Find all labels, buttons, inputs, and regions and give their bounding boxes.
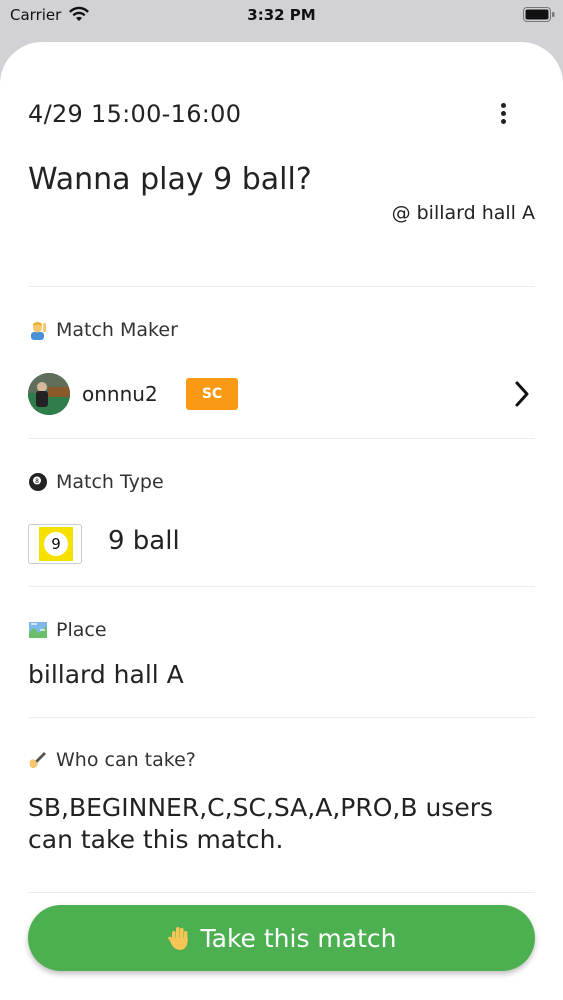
clock: 3:32 PM [247,6,316,24]
divider [28,586,535,587]
place-value: billard hall A [28,660,184,689]
match-title: Wanna play 9 ball? [28,162,312,197]
take-match-label: Take this match [200,923,397,953]
place-heading: Place [28,619,107,641]
match-type-value: 9 ball [108,526,180,556]
svg-text:8: 8 [35,478,39,485]
divider [28,892,535,893]
match-maker-label: Match Maker [56,319,178,341]
match-datetime: 4/29 15:00-16:00 [28,100,242,128]
ball-number: 9 [44,532,68,556]
take-match-button[interactable]: Take this match [28,905,535,971]
divider [28,438,535,439]
divider [28,286,535,287]
person-raising-hand-icon [31,322,46,340]
match-venue: @ billard hall A [391,202,535,224]
writing-hand-icon [29,752,46,769]
who-can-take-label: Who can take? [56,749,196,771]
map-icon [29,622,47,638]
more-vert-icon[interactable] [490,100,516,130]
match-type-heading: 8 Match Type [28,471,164,493]
match-detail-sheet: 4/29 15:00-16:00 Wanna play 9 ball? @ bi… [0,42,563,1000]
match-maker-name: onnnu2 [82,382,158,406]
avatar [28,373,70,415]
chevron-right-icon[interactable] [513,380,531,408]
match-type-label: Match Type [56,471,164,493]
divider [28,717,535,718]
battery-icon [523,7,555,22]
who-can-take-heading: Who can take? [28,749,196,771]
who-can-take-value: SB,BEGINNER,C,SC,SA,A,PRO,B users can ta… [28,793,494,854]
match-maker-heading: Match Maker [28,319,178,341]
place-label: Place [56,619,107,641]
status-bar: Carrier 3:32 PM [0,0,563,42]
raised-hand-icon [167,927,188,950]
8-ball-icon: 8 [29,473,47,491]
match-maker-row[interactable]: onnnu2 SC [28,372,535,416]
grade-badge: SC [186,378,238,410]
9-ball-icon: 9 [28,524,82,564]
